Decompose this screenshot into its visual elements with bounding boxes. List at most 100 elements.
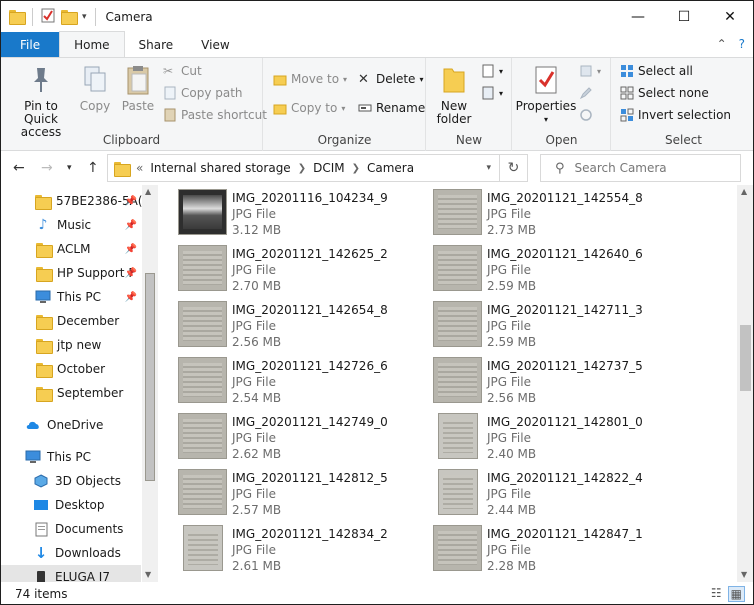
ribbon-tabs: File Home Share View ⌃ ?: [1, 31, 753, 57]
nav-item-desktop[interactable]: Desktop: [1, 493, 141, 517]
copy-to-label: Copy to: [291, 101, 338, 115]
file-tile[interactable]: IMG_20201121_142812_5 JPG File 2.57 MB: [159, 467, 409, 519]
paste-shortcut-button[interactable]: Paste shortcut: [163, 108, 267, 122]
rename-button[interactable]: Rename: [358, 101, 425, 115]
address-bar[interactable]: « Internal shared storage ❯ DCIM ❯ Camer…: [107, 154, 528, 182]
nav-item-october[interactable]: October: [1, 357, 141, 381]
forward-arrow-icon[interactable]: →: [41, 160, 53, 176]
scroll-down-arrow-icon[interactable]: ▼: [741, 570, 747, 579]
breadcrumb-overflow[interactable]: «: [136, 161, 143, 175]
help-icon[interactable]: ?: [739, 37, 745, 51]
select-all-button[interactable]: Select all: [620, 64, 693, 78]
nav-scrollbar-thumb[interactable]: [145, 273, 155, 481]
nav-item-eluga-i7[interactable]: ELUGA I7: [1, 565, 141, 582]
chevron-down-icon[interactable]: ▾: [82, 12, 87, 22]
file-tile[interactable]: IMG_20201121_142640_6 JPG File 2.59 MB: [414, 243, 664, 295]
move-to-button[interactable]: Move to ▾: [273, 72, 347, 86]
chevron-right-icon[interactable]: ❯: [298, 163, 306, 174]
scroll-down-arrow-icon[interactable]: ▼: [145, 570, 151, 579]
content-scrollbar-thumb[interactable]: [740, 325, 751, 391]
file-tile[interactable]: IMG_20201121_142625_2 JPG File 2.70 MB: [159, 243, 409, 295]
nav-item-documents[interactable]: Documents: [1, 517, 141, 541]
nav-item-this-pc-pinned[interactable]: This PC 📌: [1, 285, 141, 309]
new-folder-icon[interactable]: [61, 10, 78, 25]
invert-selection-button[interactable]: Invert selection: [620, 108, 731, 122]
copy-path-label: Copy path: [181, 86, 243, 100]
nav-item-music[interactable]: ♪ Music 📌: [1, 213, 141, 237]
nav-item-september[interactable]: September: [1, 381, 141, 405]
chevron-up-icon[interactable]: ⌃: [717, 37, 727, 51]
up-arrow-icon[interactable]: ↑: [87, 160, 99, 176]
maximize-button[interactable]: ☐: [661, 1, 707, 32]
select-none-button[interactable]: Select none: [620, 86, 709, 100]
nav-item-december[interactable]: December: [1, 309, 141, 333]
folder-icon: [35, 386, 53, 402]
delete-button[interactable]: ✕ Delete ▾: [358, 72, 423, 87]
file-tile[interactable]: IMG_20201121_142834_2 JPG File 2.61 MB: [159, 523, 409, 575]
file-tile[interactable]: IMG_20201121_142554_8 JPG File 2.73 MB: [414, 187, 664, 239]
breadcrumb-dcim[interactable]: DCIM: [313, 161, 345, 175]
nav-item-label: ACLM: [57, 242, 91, 256]
nav-item-hp-support[interactable]: HP Support F 📌: [1, 261, 141, 285]
nav-item-label: Downloads: [55, 546, 121, 560]
copy-button[interactable]: Copy: [77, 62, 113, 113]
select-none-label: Select none: [638, 86, 709, 100]
file-tile[interactable]: IMG_20201121_142847_1 JPG File 2.28 MB: [414, 523, 664, 575]
organize-group-label: Organize: [317, 133, 372, 147]
breadcrumb-internal-storage[interactable]: Internal shared storage: [150, 161, 290, 175]
chevron-right-icon[interactable]: ❯: [352, 163, 360, 174]
scroll-up-arrow-icon[interactable]: ▲: [145, 187, 151, 196]
properties-button[interactable]: Properties ▾: [516, 62, 576, 126]
file-tile[interactable]: IMG_20201121_142801_0 JPG File 2.40 MB: [414, 411, 664, 463]
refresh-button[interactable]: ↻: [499, 155, 527, 181]
nav-item-aclm[interactable]: ACLM 📌: [1, 237, 141, 261]
back-arrow-icon[interactable]: ←: [13, 160, 25, 176]
tab-share[interactable]: Share: [125, 32, 188, 57]
file-tile[interactable]: IMG_20201121_142737_5 JPG File 2.56 MB: [414, 355, 664, 407]
file-name: IMG_20201121_142711_3: [487, 303, 643, 317]
paste-button[interactable]: Paste: [119, 62, 157, 113]
select-group: Select all Select none Invert selection …: [612, 58, 753, 151]
scroll-up-arrow-icon[interactable]: ▲: [741, 187, 747, 196]
nav-item-jtp-new[interactable]: jtp new: [1, 333, 141, 357]
breadcrumb-camera[interactable]: Camera: [367, 161, 414, 175]
file-tile[interactable]: IMG_20201116_104234_9 JPG File 3.12 MB: [159, 187, 409, 239]
file-tile[interactable]: IMG_20201121_142654_8 JPG File 2.56 MB: [159, 299, 409, 351]
nav-item-3d-objects[interactable]: 3D Objects: [1, 469, 141, 493]
properties-check-icon[interactable]: [41, 8, 55, 26]
new-item-button[interactable]: ▾: [481, 64, 503, 78]
tab-home[interactable]: Home: [59, 31, 125, 57]
tiles-view-icon[interactable]: ▦: [727, 586, 745, 602]
nav-item-label: jtp new: [57, 338, 102, 352]
folder-icon: [35, 338, 53, 354]
file-tile[interactable]: IMG_20201121_142726_6 JPG File 2.54 MB: [159, 355, 409, 407]
file-tile[interactable]: IMG_20201121_142822_4 JPG File 2.44 MB: [414, 467, 664, 519]
chevron-down-icon[interactable]: ▾: [486, 163, 491, 173]
easy-access-button[interactable]: ▾: [481, 86, 503, 100]
cut-button[interactable]: ✂ Cut: [163, 64, 202, 78]
recent-chevron-down-icon[interactable]: ▾: [67, 163, 72, 173]
file-type: JPG File: [487, 543, 531, 557]
copy-path-button[interactable]: Copy path: [163, 86, 243, 100]
file-tile[interactable]: IMG_20201121_142711_3 JPG File 2.59 MB: [414, 299, 664, 351]
new-folder-button[interactable]: New folder: [431, 62, 477, 126]
nav-scrollbar[interactable]: ▲ ▼: [142, 185, 158, 582]
file-type: JPG File: [232, 319, 276, 333]
content-scrollbar[interactable]: ▲ ▼: [737, 185, 753, 582]
history-button[interactable]: [579, 108, 593, 122]
minimize-button[interactable]: —: [615, 1, 661, 32]
copy-to-button[interactable]: Copy to ▾: [273, 101, 345, 115]
nav-item-downloads[interactable]: ↓ Downloads: [1, 541, 141, 565]
nav-item-onedrive[interactable]: OneDrive: [1, 413, 141, 437]
search-input[interactable]: ⚲ Search Camera: [540, 154, 741, 182]
details-view-icon[interactable]: ☷: [711, 586, 722, 602]
nav-item-this-pc[interactable]: This PC: [1, 445, 141, 469]
close-button[interactable]: ✕: [707, 1, 753, 32]
tab-view[interactable]: View: [187, 32, 243, 57]
open-button[interactable]: ▾: [579, 64, 601, 78]
pin-to-quick-access-button[interactable]: Pin to Quick access: [7, 62, 75, 139]
nav-item-57be2386[interactable]: 57BE2386-5A( 📌: [1, 189, 142, 213]
file-tile[interactable]: IMG_20201121_142749_0 JPG File 2.62 MB: [159, 411, 409, 463]
tab-file[interactable]: File: [1, 32, 60, 57]
edit-button[interactable]: [579, 86, 593, 100]
